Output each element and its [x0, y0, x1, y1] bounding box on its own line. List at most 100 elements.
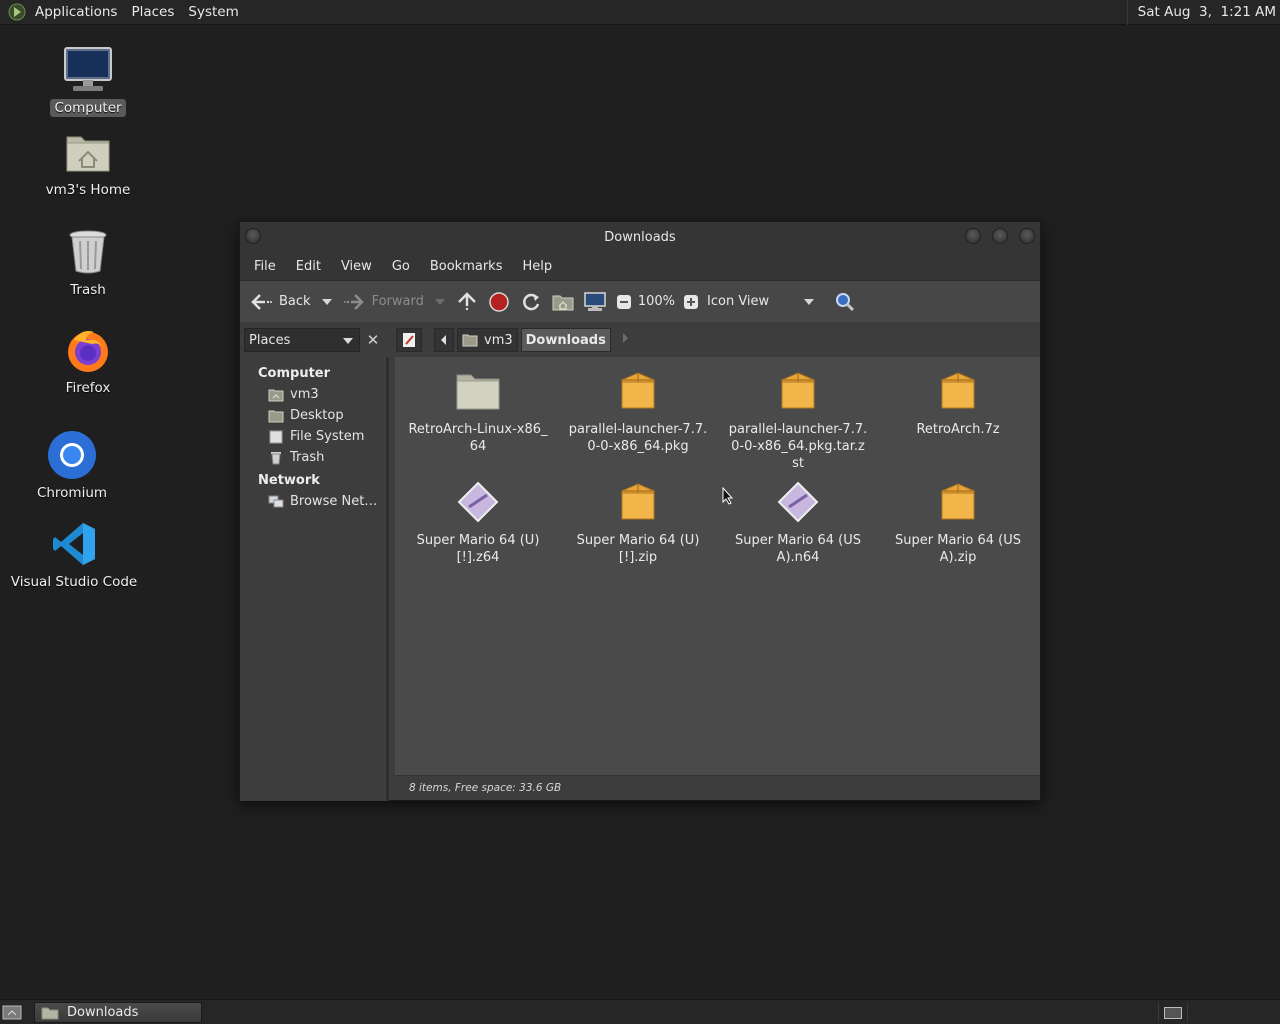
close-button[interactable] — [1019, 228, 1035, 244]
file-item[interactable]: RetroArch-Linux-x86_64 — [403, 367, 553, 455]
pencil-icon — [403, 333, 415, 347]
breadcrumb-label: Downloads — [525, 332, 606, 348]
chromium-icon — [47, 430, 97, 480]
applications-logo-icon[interactable] — [8, 3, 26, 21]
chevron-down-icon — [804, 298, 815, 305]
taskbar-item-downloads[interactable]: Downloads — [34, 1002, 202, 1023]
minimize-button[interactable] — [965, 228, 981, 244]
back-history-dropdown[interactable] — [321, 297, 333, 307]
desktop-icon-home[interactable]: vm3's Home — [23, 127, 153, 199]
sidebar-item-label: vm3 — [290, 387, 319, 402]
file-name: Super Mario 64 (USA).zip — [895, 533, 1021, 565]
back-button[interactable]: Back — [250, 292, 311, 312]
chevron-right-icon — [622, 333, 628, 343]
file-item[interactable]: Super Mario 64 (U) [!].z64 — [403, 478, 553, 566]
home-folder-icon — [268, 389, 284, 401]
zoom-in-icon — [684, 294, 699, 309]
menu-go[interactable]: Go — [382, 259, 420, 274]
menu-file[interactable]: File — [244, 259, 286, 274]
view-mode-label: Icon View — [707, 294, 770, 309]
desktop-icon-chromium[interactable]: Chromium — [7, 430, 137, 502]
sidebar-header-network: Network — [258, 473, 320, 488]
chevron-down-icon — [434, 298, 445, 305]
desktop-icon-label: Chromium — [36, 485, 108, 501]
home-button[interactable] — [552, 293, 574, 311]
desktop-icon-computer[interactable]: Computer — [23, 45, 153, 117]
close-sidebar-button[interactable]: ✕ — [362, 329, 384, 351]
package-icon — [934, 367, 982, 415]
window-menu-button[interactable] — [245, 228, 261, 244]
computer-icon — [63, 45, 113, 95]
forward-history-dropdown[interactable] — [434, 297, 446, 307]
sidebar-header-computer: Computer — [258, 366, 331, 381]
workspace-switcher[interactable] — [1158, 1003, 1188, 1022]
breadcrumb-left-button[interactable] — [434, 328, 454, 352]
zoom-out-button[interactable] — [616, 294, 632, 310]
sidebar-item-label: File System — [290, 429, 365, 444]
menu-bookmarks[interactable]: Bookmarks — [420, 259, 513, 274]
file-name: Super Mario 64 (U) [!].zip — [576, 533, 700, 565]
show-desktop-icon[interactable] — [2, 1004, 22, 1021]
forward-arrow-icon — [343, 293, 364, 310]
computer-button[interactable] — [584, 291, 606, 312]
menu-view[interactable]: View — [331, 259, 382, 274]
breadcrumb-downloads[interactable]: Downloads — [520, 328, 611, 352]
file-name: Super Mario 64 (U) [!].z64 — [416, 533, 540, 565]
package-icon — [934, 478, 982, 526]
breadcrumb-right-button[interactable] — [620, 332, 630, 348]
top-panel: Applications Places System Sat Aug 3, 1:… — [0, 0, 1280, 25]
sidebar-item-file-system[interactable]: File System — [240, 426, 386, 447]
file-icon-view[interactable]: RetroArch-Linux-x86_64 parallel-launcher… — [395, 357, 1040, 775]
up-button[interactable] — [456, 291, 478, 312]
sidebar-item-trash[interactable]: Trash — [240, 447, 386, 468]
file-name: RetroArch-Linux-x86_64 — [408, 422, 548, 454]
menu-edit[interactable]: Edit — [286, 259, 331, 274]
clock[interactable]: Sat Aug 3, 1:21 AM — [1126, 0, 1276, 25]
home-folder-icon — [63, 127, 113, 177]
forward-button[interactable]: Forward — [343, 292, 424, 312]
file-item[interactable]: Super Mario 64 (USA).zip — [883, 478, 1033, 566]
file-name: Super Mario 64 (USA).n64 — [735, 533, 861, 565]
desktop-icon-vscode[interactable]: Visual Studio Code — [9, 519, 139, 591]
workspace-1[interactable] — [1164, 1006, 1182, 1019]
view-mode-select[interactable]: Icon View — [707, 294, 815, 309]
edit-location-button[interactable] — [396, 328, 422, 352]
zoom-level-label: 100% — [637, 294, 676, 309]
menu-help[interactable]: Help — [512, 259, 562, 274]
sidebar-item-browse-network[interactable]: Browse Net… — [240, 491, 386, 512]
vscode-icon — [49, 519, 99, 569]
sidebar-item-desktop[interactable]: Desktop — [240, 405, 386, 426]
stop-icon — [489, 291, 509, 312]
system-menu[interactable]: System — [181, 0, 245, 25]
desktop-icon-trash[interactable]: Trash — [23, 227, 153, 299]
file-item[interactable]: parallel-launcher-7.7.0-0-x86_64.pkg — [563, 367, 713, 455]
file-item[interactable]: RetroArch.7z — [883, 367, 1033, 438]
zoom-in-button[interactable] — [683, 294, 699, 310]
forward-label: Forward — [371, 294, 424, 309]
sidebar-type-label: Places — [249, 332, 291, 348]
file-item[interactable]: parallel-launcher-7.7.0-0-x86_64.pkg.tar… — [723, 367, 873, 472]
sidebar-type-select[interactable]: Places — [244, 328, 360, 352]
search-button[interactable] — [833, 291, 855, 313]
places-menu[interactable]: Places — [124, 0, 181, 25]
chevron-down-icon — [343, 338, 353, 344]
bottom-panel: Downloads — [0, 999, 1280, 1024]
drive-icon — [269, 430, 283, 443]
file-item[interactable]: Super Mario 64 (USA).n64 — [723, 478, 873, 566]
applications-menu[interactable]: Applications — [28, 0, 124, 25]
chevron-left-icon — [441, 335, 446, 345]
zoom-level[interactable]: 100% — [638, 294, 675, 309]
network-icon — [268, 495, 284, 507]
desktop-icon-firefox[interactable]: Firefox — [23, 325, 153, 397]
window-title: Downloads — [604, 229, 676, 245]
window-titlebar[interactable]: Downloads — [240, 222, 1040, 252]
status-bar: 8 items, Free space: 33.6 GB — [395, 775, 1040, 800]
sidebar-item-vm3[interactable]: vm3 — [240, 384, 386, 405]
mouse-cursor-icon — [722, 487, 734, 505]
breadcrumb-vm3[interactable]: vm3 — [457, 328, 518, 352]
folder-icon — [41, 1007, 59, 1019]
stop-button[interactable] — [488, 291, 510, 313]
maximize-button[interactable] — [992, 228, 1008, 244]
reload-button[interactable] — [520, 291, 542, 313]
file-item[interactable]: Super Mario 64 (U) [!].zip — [563, 478, 713, 566]
